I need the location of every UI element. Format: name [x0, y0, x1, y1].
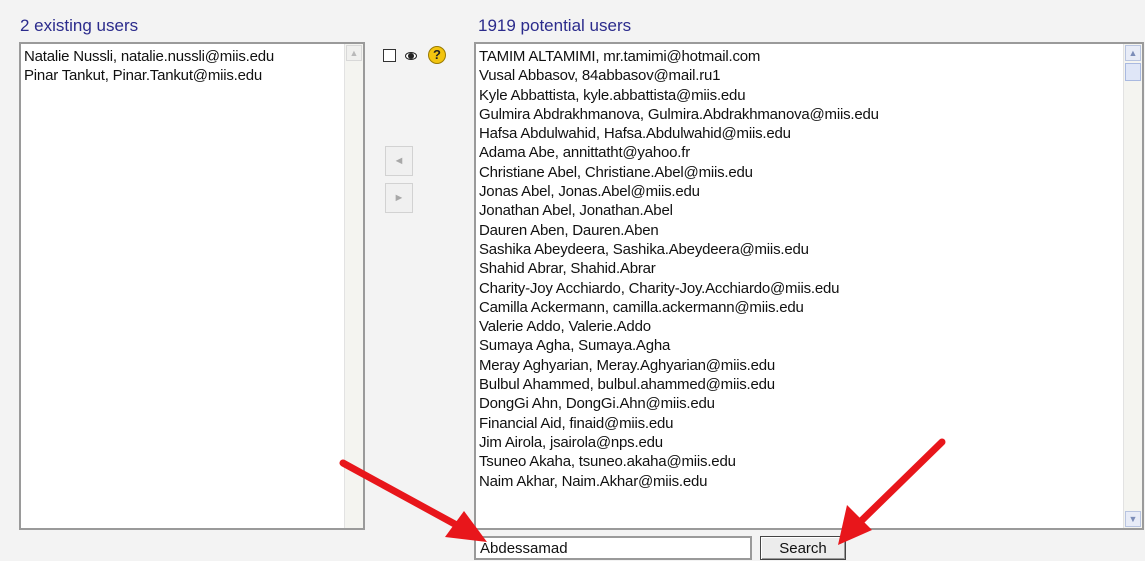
user-list-item[interactable]: Bulbul Ahammed, bulbul.ahammed@miis.edu: [479, 375, 1118, 394]
scroll-thumb[interactable]: [1125, 63, 1141, 81]
potential-users-heading: 1919 potential users: [478, 16, 632, 35]
remove-user-button[interactable]: ►: [385, 183, 413, 213]
user-list-item[interactable]: Camilla Ackermann, camilla.ackermann@mii…: [479, 298, 1118, 317]
user-list-item[interactable]: Naim Akhar, Naim.Akhar@miis.edu: [479, 472, 1118, 491]
add-user-button[interactable]: ◄: [385, 146, 413, 176]
scroll-up-icon[interactable]: ▲: [1125, 45, 1141, 61]
user-list-item[interactable]: Gulmira Abdrakhmanova, Gulmira.Abdrakhma…: [479, 105, 1118, 124]
existing-users-list[interactable]: Natalie Nussli, natalie.nussli@miis.edu P…: [19, 42, 365, 530]
user-list-item[interactable]: Kyle Abbattista, kyle.abbattista@miis.ed…: [479, 86, 1118, 105]
scroll-up-icon[interactable]: ▲: [346, 45, 362, 61]
user-list-item[interactable]: Christiane Abel, Christiane.Abel@miis.ed…: [479, 163, 1118, 182]
user-list-item[interactable]: Financial Aid, finaid@miis.edu: [479, 414, 1118, 433]
eye-icon[interactable]: [405, 52, 417, 60]
user-list-item[interactable]: Sumaya Agha, Sumaya.Agha: [479, 336, 1118, 355]
search-button[interactable]: Search: [760, 536, 846, 560]
user-list-item[interactable]: Valerie Addo, Valerie.Addo: [479, 317, 1118, 336]
user-list-item[interactable]: Jim Airola, jsairola@nps.edu: [479, 433, 1118, 452]
existing-users-heading: 2 existing users: [20, 16, 139, 35]
search-input[interactable]: [474, 536, 752, 560]
user-list-item[interactable]: Jonas Abel, Jonas.Abel@miis.edu: [479, 182, 1118, 201]
user-list-item[interactable]: Meray Aghyarian, Meray.Aghyarian@miis.ed…: [479, 356, 1118, 375]
user-list-item[interactable]: Shahid Abrar, Shahid.Abrar: [479, 259, 1118, 278]
potential-users-scrollbar[interactable]: ▲ ▼: [1123, 44, 1142, 528]
user-list-item[interactable]: Charity-Joy Acchiardo, Charity-Joy.Acchi…: [479, 279, 1118, 298]
user-list-item[interactable]: Dauren Aben, Dauren.Aben: [479, 221, 1118, 240]
show-advanced-checkbox[interactable]: [383, 49, 396, 62]
user-list-item[interactable]: Jonathan Abel, Jonathan.Abel: [479, 201, 1118, 220]
scroll-down-icon[interactable]: ▼: [1125, 511, 1141, 527]
existing-users-scrollbar[interactable]: ▲: [344, 44, 363, 528]
user-list-item[interactable]: Hafsa Abdulwahid, Hafsa.Abdulwahid@miis.…: [479, 124, 1118, 143]
potential-users-list[interactable]: TAMIM ALTAMIMI, mr.tamimi@hotmail.com Vus…: [474, 42, 1144, 530]
user-list-item[interactable]: Vusal Abbasov, 84abbasov@mail.ru1: [479, 66, 1118, 85]
user-list-item[interactable]: Natalie Nussli, natalie.nussli@miis.edu: [24, 47, 339, 66]
user-list-item[interactable]: Sashika Abeydeera, Sashika.Abeydeera@mii…: [479, 240, 1118, 259]
user-list-item[interactable]: Pinar Tankut, Pinar.Tankut@miis.edu: [24, 66, 339, 85]
user-list-item[interactable]: TAMIM ALTAMIMI, mr.tamimi@hotmail.com: [479, 47, 1118, 66]
help-icon[interactable]: ?: [428, 46, 446, 64]
user-list-item[interactable]: Adama Abe, annittatht@yahoo.fr: [479, 143, 1118, 162]
user-list-item[interactable]: Tsuneo Akaha, tsuneo.akaha@miis.edu: [479, 452, 1118, 471]
user-list-item[interactable]: DongGi Ahn, DongGi.Ahn@miis.edu: [479, 394, 1118, 413]
